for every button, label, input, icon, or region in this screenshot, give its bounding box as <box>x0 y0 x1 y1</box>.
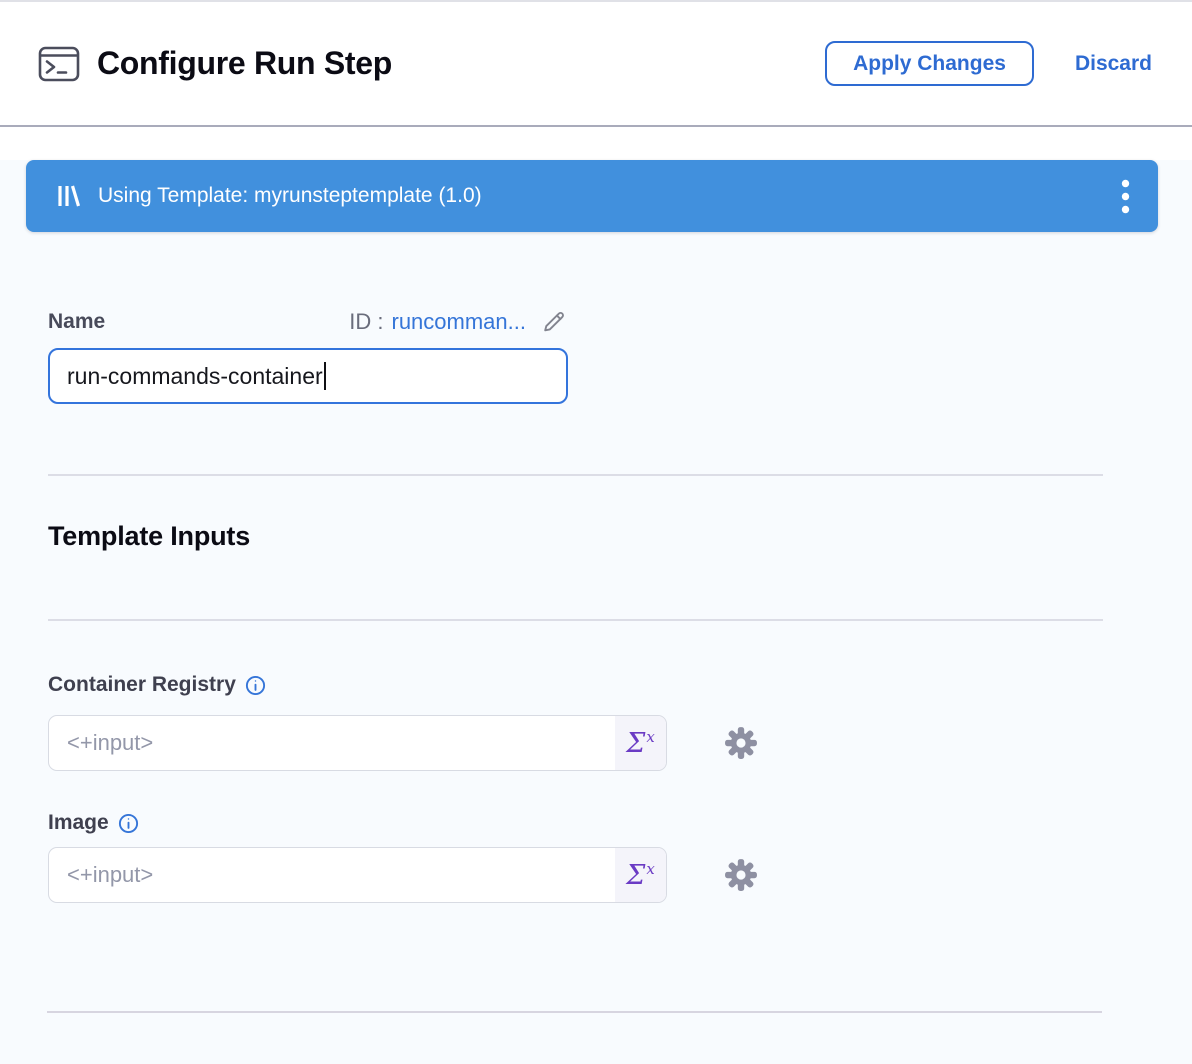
template-banner-label: Using Template: myrunsteptemplate (1.0) <box>98 184 482 208</box>
sigma-icon: Σ <box>626 730 645 757</box>
gear-icon <box>724 726 758 760</box>
container-registry-settings-button[interactable] <box>724 726 758 760</box>
panel-header: Configure Run Step Apply Changes Discard <box>0 0 1192 127</box>
name-row: Name ID : runcomman... <box>48 308 568 335</box>
gear-icon <box>724 858 758 892</box>
id-value-link[interactable]: runcomman... <box>392 309 527 335</box>
bottom-divider <box>47 1011 1102 1013</box>
expression-type-button[interactable]: Σx <box>615 716 666 770</box>
image-label: Image <box>48 811 109 835</box>
container-registry-label-row: Container Registry <box>48 673 1103 697</box>
id-label: ID : <box>349 309 383 335</box>
image-input-row: Σx <box>48 847 1103 903</box>
banner-options-menu-button[interactable] <box>1111 173 1140 220</box>
container-registry-input[interactable] <box>49 716 615 770</box>
content-area: Using Template: myrunsteptemplate (1.0) … <box>0 160 1192 1064</box>
container-registry-input-wrap: Σx <box>48 715 667 771</box>
header-actions: Apply Changes Discard <box>825 41 1152 86</box>
image-input[interactable] <box>49 848 615 902</box>
sigma-sup: x <box>646 862 654 877</box>
page-title: Configure Run Step <box>97 45 392 82</box>
apply-changes-button[interactable]: Apply Changes <box>825 41 1034 86</box>
info-icon <box>245 675 266 696</box>
info-icon <box>118 813 139 834</box>
container-registry-label: Container Registry <box>48 673 236 697</box>
sigma-icon: Σ <box>626 862 645 889</box>
container-registry-info-button[interactable] <box>245 675 266 696</box>
image-settings-button[interactable] <box>724 858 758 892</box>
section-divider <box>48 619 1103 621</box>
name-input[interactable]: run-commands-container <box>48 348 568 404</box>
section-divider <box>48 474 1103 476</box>
image-info-button[interactable] <box>118 813 139 834</box>
form-body: Name ID : runcomman... <box>48 308 1103 903</box>
container-registry-input-row: Σx <box>48 715 1103 771</box>
edit-id-button[interactable] <box>540 308 568 335</box>
text-cursor <box>324 362 326 390</box>
configure-run-step-panel: Configure Run Step Apply Changes Discard… <box>0 0 1192 1064</box>
template-inputs-heading: Template Inputs <box>48 521 1103 552</box>
terminal-icon <box>38 45 80 83</box>
kebab-icon <box>1121 179 1130 214</box>
template-banner: Using Template: myrunsteptemplate (1.0) <box>26 160 1158 232</box>
name-input-value: run-commands-container <box>67 363 323 390</box>
name-label: Name <box>48 310 105 334</box>
expression-type-button[interactable]: Σx <box>615 848 666 902</box>
step-id-group: ID : runcomman... <box>349 308 568 335</box>
image-label-row: Image <box>48 811 1103 835</box>
pencil-icon <box>540 308 568 335</box>
discard-button[interactable]: Discard <box>1075 52 1152 76</box>
library-icon <box>56 184 82 208</box>
sigma-sup: x <box>646 730 654 745</box>
title-group: Configure Run Step <box>38 45 392 83</box>
image-input-wrap: Σx <box>48 847 667 903</box>
